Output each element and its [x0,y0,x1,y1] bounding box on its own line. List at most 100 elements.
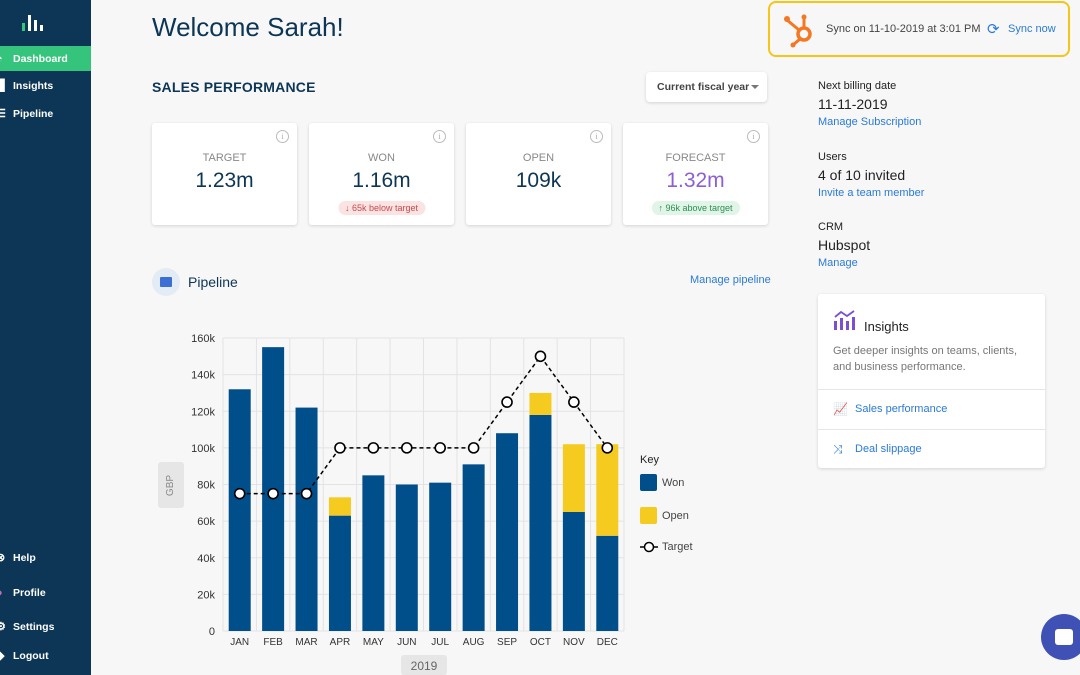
legend-item-won: Won [640,474,684,491]
y-tick-label: 40k [197,553,215,565]
bar-open [529,392,552,415]
sidebar-item-settings[interactable]: ⚙ Settings [0,614,91,639]
legend-swatch [640,507,657,524]
sidebar-item-label: Pipeline [13,107,54,120]
pipeline-title: Pipeline [188,274,238,290]
billing-date: 11-11-2019 [818,96,888,112]
bar-won [295,407,318,631]
crm-value: Hubspot [818,237,871,253]
kpi-card-forecast: i FORECAST 1.32m ↑ 96k above target [623,123,768,225]
kpi-label: TARGET [202,152,247,164]
target-line-icon [640,541,658,553]
info-icon[interactable]: i [747,130,760,143]
refresh-icon[interactable]: ⟳ [987,20,1000,38]
x-tick-label: SEP [497,637,517,648]
legend-item-target: Target [640,541,693,553]
users-value: 4 of 10 invited [818,167,906,183]
bar-won [395,484,418,631]
bar-open [596,444,619,536]
sync-status: Sync on 11-10-2019 at 3:01 PM [826,23,981,35]
target-point [367,442,380,454]
sales-performance-link[interactable]: 📈 Sales performance [818,389,1045,428]
bar-open [328,497,351,516]
x-tick-label: JUN [397,637,416,648]
insights-card: Insights Get deeper insights on teams, c… [818,294,1045,468]
crm-label: CRM [818,221,844,233]
chat-launcher-button[interactable] [1041,614,1080,660]
target-point [501,396,513,408]
target-point [233,487,246,500]
chevron-down-icon [751,85,759,89]
gear-icon: ⚙ [0,621,6,633]
target-point [467,442,480,454]
page-title: Welcome Sarah! [152,12,344,42]
app-logo[interactable] [22,15,52,31]
insights-title: Insights [864,319,909,334]
kpi-label: FORECAST [665,152,726,164]
kpi-card-won: i WON 1.16m ↓ 65k below target [309,123,454,225]
target-point [534,350,547,363]
info-icon[interactable]: i [433,130,446,143]
sidebar-item-label: Logout [13,649,49,662]
billing-label: Next billing date [818,80,897,92]
shuffle-icon: ⤨ [833,441,843,456]
kpi-value: 1.23m [195,169,254,192]
manage-crm-link[interactable]: Manage [818,257,858,269]
kpi-value: 1.16m [352,169,411,192]
manage-subscription-link[interactable]: Manage Subscription [818,116,921,128]
target-point [434,442,447,454]
legend-swatch [640,474,657,491]
x-tick-label: AUG [463,637,485,648]
help-icon: ⊗ [0,552,6,564]
bar-open [562,444,585,512]
target-point [601,442,614,454]
bar-won [228,389,251,631]
sidebar-item-insights[interactable]: ▟ Insights [0,73,91,98]
x-tick-label: FEB [263,637,283,648]
insights-description: Get deeper insights on teams, clients, a… [833,345,1018,373]
manage-pipeline-link[interactable]: Manage pipeline [690,274,771,286]
sidebar: ◔ Dashboard ▟ Insights ☰ Pipeline ⊗ Help… [0,0,91,675]
x-tick-label: APR [330,637,351,648]
sidebar-item-label: Profile [13,586,46,599]
target-point [568,396,580,408]
chart-svg: 0 20k 40k 60k 80k 100k 120k 140k 160k JAN FEB MAR AP… [191,333,625,648]
y-tick-label: 120k [191,406,215,418]
pipeline-chart: 0 20k 40k 60k 80k 100k 120k 140k 160k JAN FEB MAR AP… [149,325,789,675]
insights-chart-icon [834,310,855,330]
kpi-value: 1.32m [666,169,725,192]
sync-banner: Sync on 11-10-2019 at 3:01 PM ⟳ Sync now [768,1,1070,57]
sidebar-item-dashboard[interactable]: ◔ Dashboard [0,46,91,71]
sidebar-item-pipeline[interactable]: ☰ Pipeline [0,101,91,126]
bar-won [529,414,552,631]
dashboard-icon: ◔ [0,53,13,65]
target-point [300,487,313,500]
sidebar-item-label: Settings [13,620,55,633]
y-tick-label: 80k [197,480,215,492]
chat-icon [1055,629,1073,645]
period-select[interactable]: Current fiscal year [646,72,767,102]
info-icon[interactable]: i [590,130,603,143]
sidebar-item-profile[interactable]: ● Profile [0,580,91,605]
y-tick-label: 20k [197,589,215,601]
info-icon[interactable]: i [276,130,289,143]
main-content: Welcome Sarah! SALES PERFORMANCE Current… [91,0,1080,675]
sidebar-item-label: Dashboard [13,52,68,65]
bar-won [496,433,519,631]
sidebar-item-label: Help [13,551,36,564]
kpi-label: OPEN [522,152,555,164]
y-tick-label: 0 [209,626,215,638]
y-tick-label: 60k [197,516,215,528]
target-point [400,442,413,454]
hubspot-icon [784,14,812,48]
sync-now-button[interactable]: Sync now [1008,23,1056,35]
x-tick-label: JUL [431,637,449,648]
sidebar-item-logout[interactable]: ◆ Logout [0,643,91,668]
sidebar-item-help[interactable]: ⊗ Help [0,545,91,570]
kpi-label: WON [368,152,395,164]
kpi-card-open: i OPEN 109k [466,123,611,225]
deal-slippage-link[interactable]: ⤨ Deal slippage [818,429,1045,468]
x-tick-label: MAR [295,637,317,648]
invite-member-link[interactable]: Invite a team member [818,187,924,199]
trend-chart-icon: 📈 [833,402,848,416]
